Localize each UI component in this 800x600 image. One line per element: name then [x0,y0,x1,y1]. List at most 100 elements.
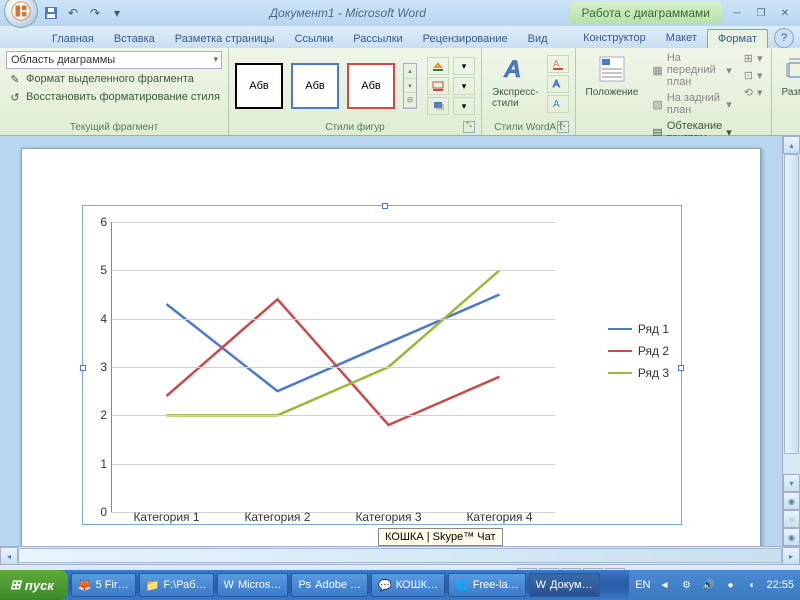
restore-button[interactable]: ❐ [750,5,772,21]
taskbar: ⊞пуск 🦊5 Fir… 📁F:\Раб… WMicros… PsAdobe … [0,570,800,600]
reset-icon: ↺ [8,90,22,104]
redo-icon[interactable]: ↷ [86,4,104,22]
svg-text:A: A [553,79,560,90]
align-icon: ⊞ [744,52,753,65]
tray-clock[interactable]: 22:55 [766,579,794,591]
title-bar: ↶ ↷ ▾ Документ1 - Microsoft Word Работа … [0,0,800,26]
window-title: Документ1 - Microsoft Word [126,6,570,20]
send-back-icon: ▧ [652,98,662,111]
shape-outline-more[interactable]: ▾ [453,77,475,95]
next-page-button[interactable]: ◉ [783,528,800,546]
tray-icon[interactable]: ⚙ [678,577,694,593]
tab-insert[interactable]: Вставка [104,30,165,48]
shape-outline-button[interactable] [427,77,449,95]
chart-plot-area [111,222,555,512]
taskbar-item[interactable]: 🌐Free-la… [448,573,526,597]
taskbar-item[interactable]: 💬КОШК… [371,573,445,597]
text-outline-button[interactable]: A [547,75,569,93]
scroll-down-button[interactable]: ▾ [783,474,800,492]
qat-customize-icon[interactable]: ▾ [108,4,126,22]
chart-legend: Ряд 1Ряд 2Ряд 3 [608,322,669,388]
group-button: ⊡▾ [742,68,765,83]
shape-styles-dialog-launcher[interactable]: ⤡ [463,121,475,133]
office-button[interactable] [4,0,38,28]
tab-review[interactable]: Рецензирование [413,30,518,48]
position-button[interactable]: Положение [582,51,643,100]
group-label-wordart: Стили WordArt [494,122,562,133]
chart-element-selector[interactable]: Область диаграммы [6,51,222,69]
ribbon-tabs: Главная Вставка Разметка страницы Ссылки… [0,26,800,48]
tray-icon[interactable]: ◐ [744,577,760,593]
text-effects-button[interactable]: A [547,95,569,113]
tab-mailings[interactable]: Рассылки [343,30,412,48]
wordart-quick-styles[interactable]: A Экспресс-стили [488,51,543,111]
size-icon [783,53,800,85]
svg-text:A: A [503,56,521,83]
prev-page-button[interactable]: ◉ [783,492,800,510]
rotate-icon: ⟲ [744,86,753,99]
vertical-scrollbar[interactable]: ▴ ▾ ◉ ○ ◉ [782,136,800,546]
chart-y-axis: 0123456 [89,222,109,512]
text-fill-button[interactable]: A [547,55,569,73]
tab-format[interactable]: Формат [707,29,768,48]
shape-effects-more[interactable]: ▾ [453,97,475,115]
tray-icon[interactable]: ● [722,577,738,593]
bring-front-icon: ▦ [652,64,662,77]
tab-design[interactable]: Конструктор [573,29,656,48]
tab-home[interactable]: Главная [42,30,104,48]
taskbar-item[interactable]: WMicros… [217,573,289,597]
chart-x-axis: Категория 1Категория 2Категория 3Категор… [111,510,555,524]
tray-language[interactable]: EN [635,579,650,591]
windows-logo-icon: ⊞ [10,577,21,593]
help-button[interactable]: ? [774,28,794,48]
taskbar-item[interactable]: 📁F:\Раб… [139,573,214,597]
tab-layout[interactable]: Макет [656,29,707,48]
shape-style-3[interactable]: Абв [347,63,395,109]
format-selection-icon: ✎ [8,72,22,86]
taskbar-item[interactable]: 🦊5 Fir… [71,573,136,597]
ribbon: Область диаграммы ✎Формат выделенного фр… [0,48,800,136]
chart-object[interactable]: 0123456 Ряд 1Ряд 2Ряд 3 Категория 1Катег… [82,205,682,525]
skype-notification[interactable]: КОШКА | Skype™ Чат [378,528,503,546]
shape-fill-button[interactable] [427,57,449,75]
minimize-button[interactable]: ─ [726,5,748,21]
align-button: ⊞▾ [742,51,765,66]
shape-fill-more[interactable]: ▾ [453,57,475,75]
contextual-tab-title: Работа с диаграммами [570,2,723,24]
document-area: 0123456 Ряд 1Ряд 2Ряд 3 Категория 1Катег… [0,136,800,546]
reset-style-button[interactable]: ↺Восстановить форматирование стиля [6,89,222,105]
horizontal-scrollbar[interactable]: ◂ ▸ [0,546,800,564]
bring-to-front-button: ▦На передний план▾ [650,51,733,89]
taskbar-item-active[interactable]: WДокум… [529,573,600,597]
position-icon [596,53,628,85]
group-icon: ⊡ [744,69,753,82]
scroll-left-button[interactable]: ◂ [0,547,18,565]
group-label-current: Текущий фрагмент [6,121,222,134]
page[interactable]: 0123456 Ряд 1Ряд 2Ряд 3 Категория 1Катег… [21,148,761,546]
shape-style-gallery-scroll[interactable]: ▴▾⊟ [403,63,417,109]
browse-object-button[interactable]: ○ [783,510,800,528]
shape-effects-button[interactable] [427,97,449,115]
tab-references[interactable]: Ссылки [285,30,344,48]
send-to-back-button: ▧На задний план▾ [650,91,733,117]
shape-style-1[interactable]: Абв [235,63,283,109]
system-tray: EN ◄ ⚙ 🔊 ● ◐ 22:55 [629,570,800,600]
tray-icon[interactable]: 🔊 [700,577,716,593]
size-button[interactable]: Размер [778,51,800,100]
rotate-button: ⟲▾ [742,85,765,100]
wordart-dialog-launcher[interactable]: ⤡ [557,121,569,133]
quick-access-toolbar: ↶ ↷ ▾ [42,4,126,22]
undo-icon[interactable]: ↶ [64,4,82,22]
start-button[interactable]: ⊞пуск [0,570,68,600]
tray-icon[interactable]: ◄ [656,577,672,593]
tab-page-layout[interactable]: Разметка страницы [165,30,285,48]
shape-style-2[interactable]: Абв [291,63,339,109]
format-selection-button[interactable]: ✎Формат выделенного фрагмента [6,71,196,87]
group-label-shape-styles: Стили фигур [325,122,385,133]
tab-view[interactable]: Вид [518,30,558,48]
save-icon[interactable] [42,4,60,22]
close-button[interactable]: ✕ [774,5,796,21]
scroll-right-button[interactable]: ▸ [782,547,800,565]
taskbar-item[interactable]: PsAdobe … [291,573,368,597]
scroll-up-button[interactable]: ▴ [783,136,800,154]
